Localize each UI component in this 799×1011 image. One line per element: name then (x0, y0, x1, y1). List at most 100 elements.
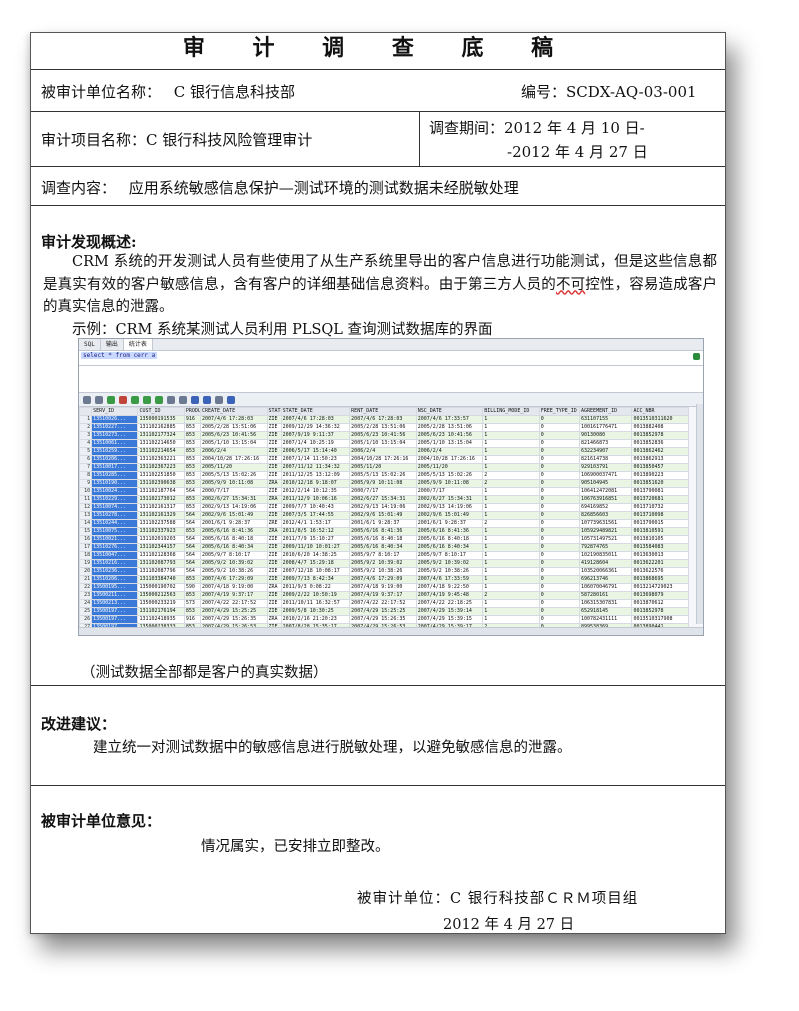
grid-column-header[interactable]: SERV_ID (91, 407, 139, 416)
table-row[interactable]: 22 13500195... 135000190702 590 2007/4/18 9:… (79, 583, 689, 592)
table-cell: 2005/6/16 8:40:18 (199, 535, 268, 544)
table-row[interactable]: 8 13510285... 131102251850 853 2005/5/13 15:… (79, 471, 689, 480)
vertical-scrollbar[interactable] (696, 404, 703, 624)
unit-value: C 银行信息科技部 (173, 83, 296, 101)
table-cell: 2006/2/4 (349, 447, 417, 456)
table-row[interactable]: 19 13510216... 131102087793 564 2005/9/2 10:… (79, 559, 689, 568)
table-cell: 0 (538, 415, 581, 424)
table-row[interactable]: 20 13510236... 131102087796 564 2005/9/2 10:… (79, 567, 689, 576)
table-row[interactable]: 13 13510278... 131102161329 564 2002/9/6 15:… (79, 511, 689, 520)
table-cell: 131102363221 (137, 455, 185, 464)
table-row[interactable]: 4 13510061... 131102214650 853 2005/1/10 13:… (79, 439, 689, 448)
project-value: C 银行科技风险管理审计 (146, 131, 313, 149)
grid-column-header[interactable]: STATE_DATE (280, 407, 351, 416)
table-cell: 11 (79, 495, 93, 504)
table-row[interactable]: 7 13510017... 131102367223 853 2005/11/20 ZIE… (79, 463, 689, 472)
table-cell: ZIE (266, 471, 282, 480)
grid-column-header[interactable]: ACC_NBR (631, 407, 689, 416)
table-row[interactable]: 6 13510206... 131102363221 853 2004/10/28 17… (79, 455, 689, 464)
table-row[interactable]: 12 13510074... 131102161317 853 2002/9/13 14… (79, 503, 689, 512)
table-cell: 0 (538, 607, 581, 616)
table-cell: 20 (79, 567, 93, 576)
table-cell: 2011/12/9 10:06:16 (280, 495, 351, 504)
delete-row-icon (119, 395, 127, 404)
table-cell: 2002/9/6 15:01:49 (349, 511, 417, 520)
table-cell: 106763916851 (579, 495, 633, 504)
table-cell: 13510021... (91, 535, 139, 544)
grid-column-header[interactable]: NSC_DATE (415, 407, 484, 416)
table-cell: 0 (538, 471, 581, 480)
table-row[interactable]: 24 13500213... 135000233219 573 2007/4/22 22… (79, 599, 689, 608)
query-icon (167, 395, 175, 404)
grid-column-header[interactable] (79, 407, 93, 416)
table-cell: 929103791 (579, 463, 633, 472)
table-cell: 13510276... (91, 543, 139, 552)
table-cell: 853 (183, 439, 201, 448)
table-row[interactable]: 11 13510229... 131102173012 853 2002/6/27 15… (79, 495, 689, 504)
table-cell: 13500213... (91, 599, 139, 608)
grid-column-header[interactable]: STATE (266, 407, 282, 416)
table-cell: 131102087793 (137, 559, 185, 568)
table-row[interactable]: 9 13510190... 131102390638 853 2005/9/9 10:1… (79, 479, 689, 488)
table-row[interactable]: 26 13500197... 131102418935 916 2007/4/29 15… (79, 615, 689, 624)
table-cell: 1 (482, 415, 540, 424)
table-cell: 1 (482, 455, 540, 464)
grid-column-header[interactable]: AGREEMENT_ID (579, 407, 633, 416)
table-cell: 2005/9/2 10:39:02 (415, 559, 484, 568)
table-cell: 564 (183, 567, 201, 576)
table-cell: 13500211... (91, 591, 139, 600)
table-cell: 131103384740 (137, 575, 185, 584)
table-row[interactable]: 2 13510227... 131102162885 853 2005/2/28 13:… (79, 423, 689, 432)
table-row[interactable]: 16 13510021... 131102019203 564 2005/6/16 8:… (79, 535, 689, 544)
grid-column-header[interactable]: BILLING_MODE_ID (482, 407, 540, 416)
table-cell: 13510244... (91, 519, 139, 528)
grid-column-header[interactable]: FREE_TYPE_ID (538, 407, 581, 416)
table-cell: 1 (482, 439, 540, 448)
table-cell: 2 (482, 591, 540, 600)
table-cell: ZRA (266, 615, 282, 624)
grid-column-header[interactable]: CUST_ID (137, 407, 185, 416)
table-cell: 0 (538, 551, 581, 560)
table-cell: 2005/9/7 8:10:17 (199, 551, 268, 560)
table-cell: 2005/5/13 15:02:26 (349, 471, 417, 480)
divider (31, 69, 725, 70)
grid-column-header[interactable]: PRODUCT_ID (183, 407, 201, 416)
table-cell: 21 (79, 575, 93, 584)
table-cell: 2007/4/22 22:17:52 (199, 599, 268, 608)
table-row[interactable]: 15 13510075... 131102337923 853 2005/6/16 8:… (79, 527, 689, 536)
table-cell: 2007/4/6 17:28:03 (349, 415, 417, 424)
table-cell: ZRE (266, 519, 282, 528)
table-row[interactable]: 18 13510047... 131102128368 564 2005/9/7 8:1… (79, 551, 689, 560)
table-cell: 792874765 (579, 543, 633, 552)
table-row[interactable]: 5 13510259... 131102214654 853 2006/2/4 ZIE 20… (79, 447, 689, 456)
table-row[interactable]: 10 13510024... 131102187764 564 2000/7/17 ZIE… (79, 487, 689, 496)
table-cell: ZIE (266, 447, 282, 456)
grid-column-header[interactable]: RENT_DATE (349, 407, 417, 416)
table-row[interactable]: 23 13500211... 135000212563 853 2007/4/19 9:… (79, 591, 689, 600)
table-cell: 131102251850 (137, 471, 185, 480)
table-cell: 2001/6/1 9:28:37 (415, 519, 484, 528)
horizontal-scrollbar[interactable] (79, 627, 703, 635)
table-cell: 106315307831 (579, 599, 633, 608)
table-row[interactable]: 25 13500197... 131102176194 853 2007/4/29 15… (79, 607, 689, 616)
grid-column-header[interactable]: CREATE_DATE (199, 407, 268, 416)
table-cell: 1 (482, 423, 540, 432)
table-cell: 564 (183, 511, 201, 520)
divider (31, 205, 725, 206)
table-row[interactable]: 3 13510273... 131102177324 853 2005/6/23 10:… (79, 431, 689, 440)
table-row[interactable]: 17 13510276... 131102344157 564 2005/6/16 8:… (79, 543, 689, 552)
table-row[interactable]: 1 13510026... 135000191535 916 2007/4/6 17:2… (79, 415, 689, 424)
table-cell: 853 (183, 503, 201, 512)
table-cell: 2008/4/7 15:29:18 (280, 559, 351, 568)
table-cell: 853 (183, 455, 201, 464)
table-row[interactable]: 21 13510206... 131103384740 853 2007/4/6 17:… (79, 575, 689, 584)
table-cell: 131102214654 (137, 447, 185, 456)
project-row: 审计项目名称：C 银行科技风险管理审计 (41, 129, 312, 150)
table-cell: 826856603 (579, 511, 633, 520)
table-cell: 853 (183, 431, 201, 440)
table-cell: 1 (482, 615, 540, 624)
table-cell: 0013852836 (631, 439, 689, 448)
table-row[interactable]: 14 13510244... 131102237588 564 2001/6/1 9:2… (79, 519, 689, 528)
table-cell: 2006/5/17 15:14:40 (280, 447, 351, 456)
table-cell: 16 (79, 535, 93, 544)
